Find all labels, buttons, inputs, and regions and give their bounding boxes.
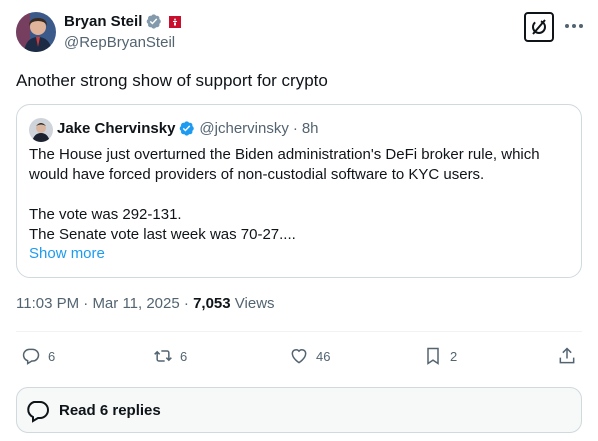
author-avatar[interactable]	[16, 12, 56, 52]
like-button[interactable]: 46	[289, 344, 330, 368]
divider	[16, 331, 582, 332]
reply-count: 6	[48, 348, 56, 364]
repost-button[interactable]: 6	[153, 344, 187, 368]
more-icon	[565, 24, 583, 28]
quote-line: The Senate vote last week was 70-27....	[29, 226, 296, 243]
read-replies-label: Read 6 replies	[59, 402, 161, 419]
flag-badge-icon	[168, 15, 182, 29]
repost-count: 6	[180, 348, 188, 364]
quote-timestamp[interactable]: 8h	[302, 120, 319, 137]
like-icon	[291, 349, 307, 364]
reply-icon	[22, 348, 40, 365]
quote-body: The House just overturned the Biden admi…	[29, 145, 569, 245]
read-replies-button[interactable]: Read 6 replies	[16, 387, 582, 433]
bookmark-icon	[427, 347, 439, 365]
quote-author-avatar[interactable]	[29, 118, 53, 142]
share-button[interactable]	[557, 344, 577, 368]
tweet-text: Another strong show of support for crypt…	[16, 71, 328, 90]
quote-separator: ·	[292, 120, 298, 137]
meta-separator: ·	[183, 295, 189, 312]
views-count: 7,053	[193, 295, 231, 312]
views-label: Views	[234, 295, 275, 312]
quote-line: The House just overturned the Biden admi…	[29, 146, 540, 163]
author-handle[interactable]: @RepBryanSteil	[64, 34, 175, 51]
grok-button[interactable]	[524, 12, 554, 42]
tweet-date[interactable]: Mar 11, 2025	[92, 295, 179, 312]
tweet-time[interactable]: 11:03 PM	[16, 295, 79, 312]
grok-icon	[532, 19, 546, 35]
bookmark-button[interactable]: 2	[423, 344, 457, 368]
share-icon	[559, 347, 575, 364]
quote-line: The vote was 292-131.	[29, 206, 182, 223]
more-button[interactable]	[564, 16, 584, 36]
tweet-meta: 11:03 PM · Mar 11, 2025 · 7,053 Views	[16, 295, 275, 312]
bookmark-count: 2	[450, 348, 458, 364]
show-more-link[interactable]: Show more	[29, 245, 105, 262]
quote-line	[29, 185, 569, 205]
meta-separator: ·	[83, 295, 89, 312]
verified-blue-icon	[178, 120, 195, 137]
reply-button[interactable]: 6	[21, 344, 55, 368]
repost-icon	[154, 350, 172, 362]
quote-line: would have forced providers of non-custo…	[29, 166, 485, 183]
replies-bubble-icon	[27, 401, 49, 423]
like-count: 46	[316, 348, 331, 364]
quote-author-name[interactable]: Jake Chervinsky	[57, 120, 175, 137]
author-name[interactable]: Bryan Steil	[64, 13, 142, 30]
action-bar: 6 6 46 2	[16, 344, 582, 368]
quoted-tweet[interactable]: Jake Chervinsky @jchervinsky · 8h The Ho…	[16, 104, 582, 278]
tweet-header: Bryan Steil @RepBryanSteil	[16, 12, 584, 56]
quote-author-handle[interactable]: @jchervinsky	[199, 120, 288, 137]
verified-gray-icon	[145, 13, 162, 30]
